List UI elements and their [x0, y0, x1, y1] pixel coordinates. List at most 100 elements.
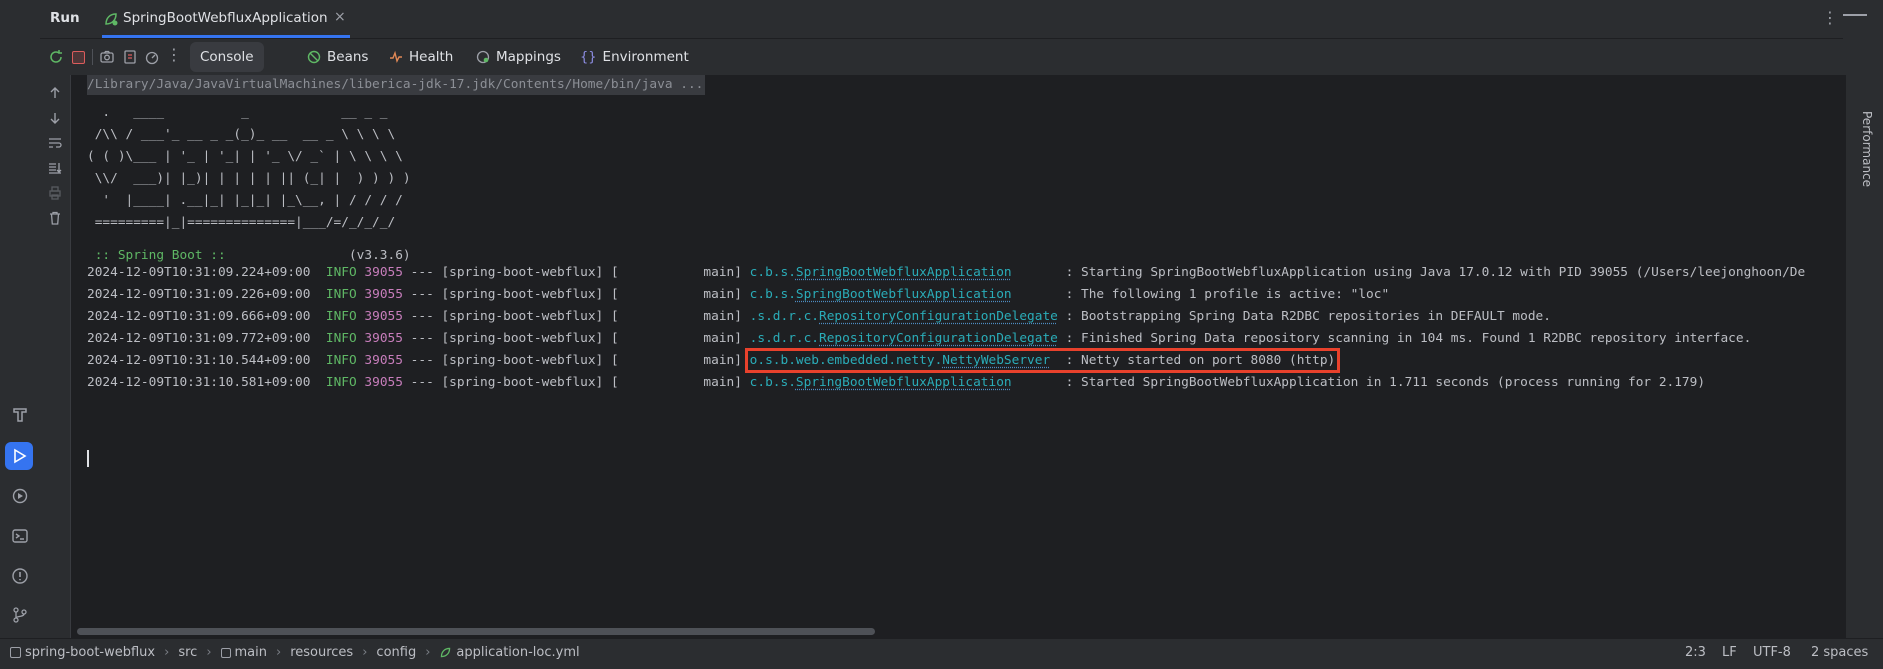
close-tab-icon[interactable]: ×	[334, 9, 346, 25]
active-tab-indicator	[102, 35, 350, 38]
log-thread: --- [spring-boot-webflux] [ main]	[410, 331, 742, 346]
log-message: : Bootstrapping Spring Data R2DBC reposi…	[1065, 309, 1551, 324]
log-logger-class[interactable]: NettyWebServer	[942, 353, 1050, 368]
log-pid: 39055	[364, 353, 403, 368]
log-logger[interactable]: .s.d.r.c.RepositoryConfigurationDelegate	[750, 331, 1066, 346]
banner-line: ( ( )\___ | '_ | '_| | '_ \/ _` | \ \ \ …	[87, 149, 403, 164]
indent-setting[interactable]: 2 spaces	[1811, 645, 1868, 660]
run-toolbar: ⋮ Console Beans Health Mappings {} Envir…	[40, 39, 1843, 75]
log-logger-package: .s.d.r.c.	[749, 331, 820, 346]
breadcrumb-separator: ›	[362, 645, 368, 660]
print-icon[interactable]	[45, 183, 65, 203]
health-icon	[389, 50, 403, 64]
line-separator[interactable]: LF	[1722, 645, 1737, 660]
log-timestamp: 2024-12-09T10:31:09.226+09:00	[87, 287, 311, 302]
environment-icon: {}	[580, 49, 597, 65]
log-logger-class[interactable]: SpringBootWebfluxApplication	[796, 265, 1012, 280]
log-pid: 39055	[364, 265, 403, 280]
log-thread: --- [spring-boot-webflux] [ main]	[410, 353, 742, 368]
stop-icon[interactable]	[68, 47, 88, 67]
tab-beans[interactable]: Beans	[307, 42, 368, 72]
dump-threads-icon[interactable]	[120, 47, 140, 67]
console-gutter	[40, 75, 71, 638]
toolbar-separator	[92, 49, 93, 65]
log-logger-package: c.b.s.	[749, 375, 796, 390]
log-logger-class[interactable]: SpringBootWebfluxApplication	[796, 287, 1012, 302]
text-cursor	[87, 450, 89, 467]
log-line: 2024-12-09T10:31:10.544+09:00 INFO 39055…	[87, 348, 1341, 373]
breadcrumb-item[interactable]: resources	[290, 645, 353, 660]
more-actions-icon[interactable]: ⋮	[166, 45, 182, 64]
breadcrumb-item[interactable]: src	[178, 645, 197, 660]
scroll-up-icon[interactable]	[45, 83, 65, 103]
folder-icon	[220, 647, 231, 658]
terminal-icon[interactable]	[8, 524, 32, 548]
log-pid: 39055	[364, 287, 403, 302]
scrollbar-thumb[interactable]	[77, 628, 875, 635]
java-command-line[interactable]: /Library/Java/JavaVirtualMachines/liberi…	[87, 75, 706, 95]
spring-boot-icon	[102, 10, 120, 28]
log-timestamp: 2024-12-09T10:31:10.581+09:00	[87, 375, 311, 390]
log-level: INFO	[325, 353, 357, 368]
log-logger-class[interactable]: SpringBootWebfluxApplication	[796, 375, 1012, 390]
build-icon[interactable]	[8, 403, 32, 427]
yaml-file-icon	[439, 646, 452, 659]
run-config-tab[interactable]: SpringBootWebfluxApplication ×	[102, 0, 362, 38]
tab-mappings[interactable]: Mappings	[476, 42, 561, 72]
log-line: 2024-12-09T10:31:09.226+09:00 INFO 39055…	[87, 284, 1389, 306]
log-pid: 39055	[364, 375, 403, 390]
scroll-down-icon[interactable]	[45, 108, 65, 128]
breadcrumb-item[interactable]: application-loc.yml	[456, 645, 579, 660]
log-logger[interactable]: c.b.s.SpringBootWebfluxApplication	[750, 287, 1066, 302]
log-timestamp: 2024-12-09T10:31:10.544+09:00	[87, 353, 311, 368]
camera-icon[interactable]	[97, 47, 117, 67]
log-logger[interactable]: c.b.s.SpringBootWebfluxApplication	[750, 375, 1066, 390]
mappings-icon	[476, 50, 490, 64]
clear-all-icon[interactable]	[45, 208, 65, 228]
horizontal-scrollbar[interactable]	[71, 623, 1845, 638]
log-line: 2024-12-09T10:31:09.224+09:00 INFO 39055…	[87, 262, 1805, 284]
rerun-icon[interactable]	[46, 47, 66, 67]
log-logger-padding	[1058, 331, 1066, 346]
log-line: 2024-12-09T10:31:10.581+09:00 INFO 39055…	[87, 372, 1705, 394]
performance-tab[interactable]: Performance	[1856, 111, 1874, 191]
banner-line: . ____ _ __ _ _	[87, 105, 388, 120]
log-logger-padding	[1012, 265, 1066, 280]
log-thread: --- [spring-boot-webflux] [ main]	[410, 287, 742, 302]
log-message: : Netty started on port 8080 (http)	[1065, 353, 1336, 368]
log-logger-class[interactable]: RepositoryConfigurationDelegate	[819, 309, 1058, 324]
log-message: : Starting SpringBootWebfluxApplication …	[1065, 265, 1806, 280]
breadcrumb-item[interactable]: spring-boot-webflux	[25, 645, 155, 660]
services-icon[interactable]	[8, 484, 32, 508]
profiler-icon[interactable]	[142, 47, 162, 67]
breadcrumb-item[interactable]: config	[376, 645, 416, 660]
tab-environment[interactable]: {} Environment	[580, 42, 689, 72]
scroll-to-end-icon[interactable]	[45, 158, 65, 178]
log-level: INFO	[325, 309, 357, 324]
git-icon[interactable]	[8, 603, 32, 627]
breadcrumb-item[interactable]: main	[235, 645, 267, 660]
soft-wrap-icon[interactable]	[45, 133, 65, 153]
tab-console-label: Console	[200, 49, 254, 65]
tab-console[interactable]: Console	[190, 42, 264, 72]
log-logger[interactable]: c.b.s.SpringBootWebfluxApplication	[750, 265, 1066, 280]
log-logger-package: o.s.b.web.embedded.netty.	[749, 353, 943, 368]
log-logger-padding	[1012, 375, 1066, 390]
tab-environment-label: Environment	[602, 49, 689, 65]
log-pid: 39055	[364, 331, 403, 346]
minimize-icon[interactable]	[1843, 14, 1867, 16]
log-logger-class[interactable]: RepositoryConfigurationDelegate	[819, 331, 1058, 346]
console-output[interactable]: /Library/Java/JavaVirtualMachines/liberi…	[71, 75, 1845, 638]
log-level: INFO	[325, 287, 357, 302]
log-thread: --- [spring-boot-webflux] [ main]	[410, 375, 742, 390]
more-options-icon[interactable]: ⋮	[1822, 8, 1838, 27]
log-line: 2024-12-09T10:31:09.772+09:00 INFO 39055…	[87, 328, 1751, 350]
cursor-position[interactable]: 2:3	[1685, 645, 1706, 660]
problems-icon[interactable]	[8, 564, 32, 588]
log-logger[interactable]: o.s.b.web.embedded.netty.NettyWebServer …	[744, 348, 1341, 373]
file-encoding[interactable]: UTF-8	[1753, 645, 1791, 660]
tab-health[interactable]: Health	[389, 42, 453, 72]
log-message: : Started SpringBootWebfluxApplication i…	[1065, 375, 1706, 390]
log-logger[interactable]: .s.d.r.c.RepositoryConfigurationDelegate	[750, 309, 1066, 324]
run-tool-icon[interactable]	[5, 442, 33, 470]
